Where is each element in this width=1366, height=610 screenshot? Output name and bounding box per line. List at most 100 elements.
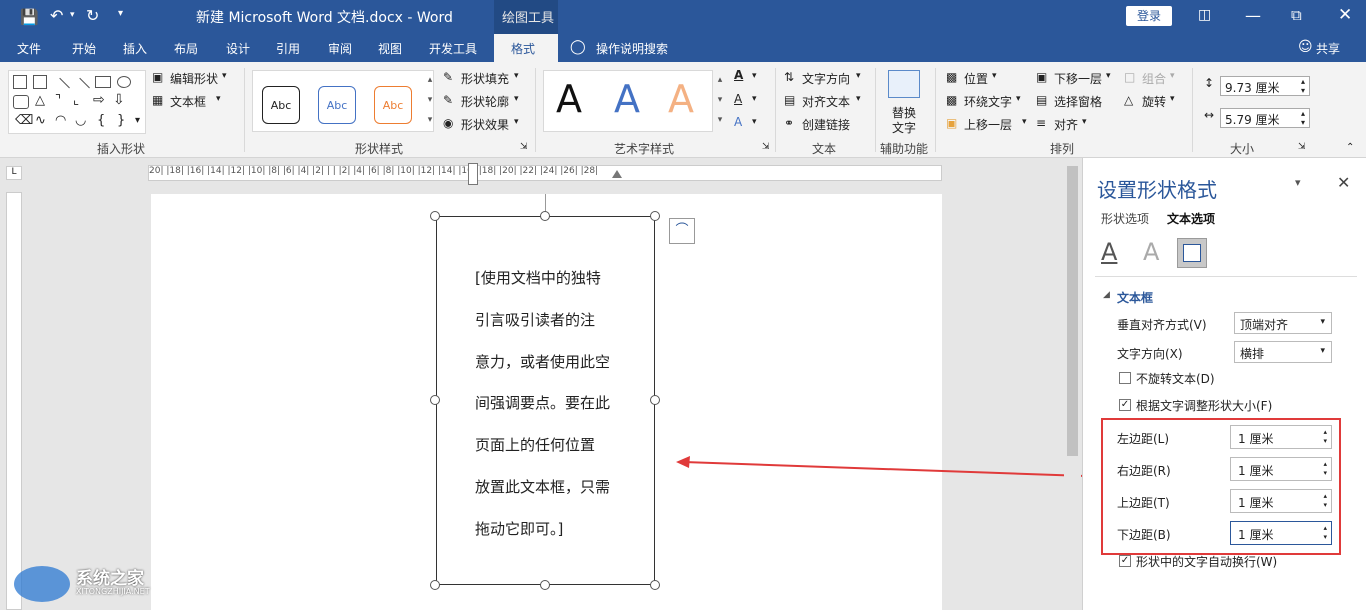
tab-shape-options[interactable]: 形状选项 bbox=[1101, 210, 1149, 227]
rounded-rect-shape-icon[interactable] bbox=[13, 95, 29, 109]
restore-icon[interactable]: ⧉ bbox=[1291, 6, 1302, 24]
create-link-button[interactable]: 创建链接 bbox=[802, 116, 850, 133]
wrap-text-dropdown-icon[interactable]: ▾ bbox=[1016, 94, 1021, 104]
rectangle-shape-icon[interactable] bbox=[95, 76, 111, 88]
tab-selector-icon[interactable]: L bbox=[6, 166, 22, 180]
selection-pane-button[interactable]: 选择窗格 bbox=[1054, 93, 1102, 110]
align-text-dropdown-icon[interactable]: ▾ bbox=[856, 94, 861, 104]
text-direction-dropdown-icon[interactable]: ▾ bbox=[856, 71, 861, 81]
resize-handle-top-left[interactable] bbox=[430, 211, 440, 221]
wordart-style-black[interactable]: A bbox=[556, 77, 582, 121]
text-direction-button[interactable]: 文字方向 bbox=[802, 70, 850, 87]
wrap-text-button[interactable]: 环绕文字 bbox=[964, 93, 1012, 110]
vertical-scrollbar[interactable] bbox=[1064, 158, 1081, 610]
scribble-shape-icon[interactable]: ∿ bbox=[35, 113, 46, 128]
undo-dropdown-icon[interactable]: ▾ bbox=[70, 10, 75, 20]
tab-design[interactable]: 设计 bbox=[226, 40, 250, 57]
resize-handle-top[interactable] bbox=[540, 211, 550, 221]
share-button[interactable]: 共享 bbox=[1316, 40, 1340, 57]
gallery-more-icon[interactable]: ▾ bbox=[135, 115, 140, 126]
wordart-scroll[interactable]: ▴ ▾ ▾ bbox=[714, 70, 726, 132]
horizontal-ruler[interactable]: 20| |18| |16| |14| |12| |10| |8| |6| |4|… bbox=[148, 165, 942, 181]
arc-shape-icon[interactable]: ◠ bbox=[55, 113, 66, 128]
send-backward-dropdown-icon[interactable]: ▾ bbox=[1106, 71, 1111, 81]
shape-styles-scroll[interactable]: ▴ ▾ ▾ bbox=[424, 70, 436, 132]
shape-fill-dropdown-icon[interactable]: ▾ bbox=[514, 71, 519, 81]
wrap-in-shape-checkbox[interactable]: ✓ bbox=[1119, 555, 1131, 567]
vertical-ruler[interactable] bbox=[6, 192, 22, 610]
rotate-button[interactable]: 旋转 bbox=[1142, 93, 1166, 110]
tab-insert[interactable]: 插入 bbox=[123, 40, 147, 57]
tab-text-options[interactable]: 文本选项 bbox=[1167, 210, 1215, 227]
wordart-style-blue[interactable]: A bbox=[614, 77, 640, 121]
rotate-dropdown-icon[interactable]: ▾ bbox=[1170, 94, 1175, 104]
minimize-icon[interactable]: — bbox=[1245, 6, 1261, 25]
vertical-alignment-select[interactable]: 顶端对齐 ▾ bbox=[1234, 312, 1332, 334]
position-button[interactable]: 位置 bbox=[964, 70, 988, 87]
send-backward-button[interactable]: 下移一层 bbox=[1054, 70, 1102, 87]
height-spinner-icon[interactable]: ▴ ▾ bbox=[1301, 77, 1305, 95]
collapse-ribbon-icon[interactable]: ⌃ bbox=[1346, 142, 1354, 153]
shapes-gallery[interactable]: △ ⌝ ⌞ ⇨ ⇩ ⌫ ∿ ◠ ◡ { } ▾ bbox=[8, 70, 146, 134]
tab-format[interactable]: 格式 bbox=[511, 40, 535, 57]
down-arrow-shape-icon[interactable]: ⇩ bbox=[113, 92, 125, 108]
layout-options-icon[interactable]: ⌒ bbox=[669, 218, 695, 244]
tab-review[interactable]: 审阅 bbox=[328, 40, 352, 57]
elbow-connector-icon[interactable]: ⌝ bbox=[55, 93, 61, 108]
tab-view[interactable]: 视图 bbox=[378, 40, 402, 57]
right-indent-marker-icon[interactable] bbox=[612, 170, 622, 178]
text-fill-icon[interactable]: A bbox=[734, 68, 743, 82]
ribbon-display-icon[interactable]: ◫ bbox=[1198, 7, 1211, 23]
oval-shape-icon[interactable] bbox=[117, 76, 131, 88]
bring-forward-dropdown-icon[interactable]: ▾ bbox=[1022, 117, 1027, 127]
text-effects-icon[interactable]: A bbox=[734, 115, 742, 129]
alt-text-button-line2[interactable]: 文字 bbox=[892, 119, 916, 136]
wordart-gallery[interactable]: A A A bbox=[543, 70, 713, 132]
tab-file[interactable]: 文件 bbox=[17, 40, 41, 57]
text-outline-icon[interactable]: A bbox=[734, 92, 742, 106]
section-collapse-icon[interactable]: ◢ bbox=[1103, 290, 1110, 300]
indent-marker-icon[interactable] bbox=[468, 163, 478, 185]
scrollbar-thumb[interactable] bbox=[1067, 166, 1078, 456]
autofit-checkbox[interactable]: ✓ bbox=[1119, 399, 1131, 411]
text-effects-dropdown-icon[interactable]: ▾ bbox=[752, 117, 757, 127]
text-outline-dropdown-icon[interactable]: ▾ bbox=[752, 94, 757, 104]
shape-style-3[interactable]: Abc bbox=[374, 86, 412, 124]
shape-style-2[interactable]: Abc bbox=[318, 86, 356, 124]
bring-forward-button[interactable]: 上移一层 bbox=[964, 116, 1012, 133]
resize-handle-bottom[interactable] bbox=[540, 580, 550, 590]
tab-home[interactable]: 开始 bbox=[72, 40, 96, 57]
group-button[interactable]: 组合 bbox=[1142, 70, 1166, 87]
text-box-dropdown-icon[interactable]: ▾ bbox=[216, 94, 221, 104]
align-dropdown-icon[interactable]: ▾ bbox=[1082, 117, 1087, 127]
redo-icon[interactable]: ↻ bbox=[86, 6, 99, 25]
position-dropdown-icon[interactable]: ▾ bbox=[992, 71, 997, 81]
wordart-launcher-icon[interactable]: ⇲ bbox=[762, 142, 770, 152]
pane-close-icon[interactable]: ✕ bbox=[1337, 173, 1350, 192]
freeform-shape-icon[interactable]: ⌫ bbox=[15, 113, 33, 128]
save-icon[interactable]: 💾 bbox=[20, 8, 39, 26]
text-direction-select[interactable]: 横排 ▾ bbox=[1234, 341, 1332, 363]
brace-left-shape-icon[interactable]: { bbox=[97, 113, 105, 128]
curve-shape-icon[interactable]: ◡ bbox=[75, 113, 86, 128]
login-button[interactable]: 登录 bbox=[1126, 6, 1172, 26]
edit-shape-button[interactable]: 编辑形状 bbox=[170, 70, 218, 87]
elbow-arrow-icon[interactable]: ⌞ bbox=[73, 93, 79, 108]
width-spinner-icon[interactable]: ▴ ▾ bbox=[1301, 109, 1305, 127]
wordart-style-orange[interactable]: A bbox=[668, 77, 694, 121]
triangle-shape-icon[interactable]: △ bbox=[35, 93, 45, 108]
right-arrow-shape-icon[interactable]: ⇨ bbox=[93, 92, 105, 108]
tell-me-search[interactable]: 操作说明搜索 bbox=[596, 40, 668, 57]
text-fill-outline-icon[interactable]: A bbox=[1101, 238, 1117, 266]
tab-references[interactable]: 引用 bbox=[276, 40, 300, 57]
textbox-settings-icon[interactable] bbox=[1177, 238, 1207, 268]
align-text-button[interactable]: 对齐文本 bbox=[802, 93, 850, 110]
resize-handle-bottom-right[interactable] bbox=[650, 580, 660, 590]
edit-shape-dropdown-icon[interactable]: ▾ bbox=[222, 71, 227, 81]
shape-effects-dropdown-icon[interactable]: ▾ bbox=[514, 117, 519, 127]
align-button[interactable]: 对齐 bbox=[1054, 116, 1078, 133]
no-rotate-checkbox[interactable] bbox=[1119, 372, 1131, 384]
close-icon[interactable]: ✕ bbox=[1338, 5, 1352, 25]
customize-toolbar-icon[interactable]: ▾ bbox=[118, 8, 123, 19]
text-box-shape[interactable]: [使用文档中的独特 引言吸引读者的注 意力，或者使用此空 间强调要点。要在此 页… bbox=[436, 216, 655, 585]
